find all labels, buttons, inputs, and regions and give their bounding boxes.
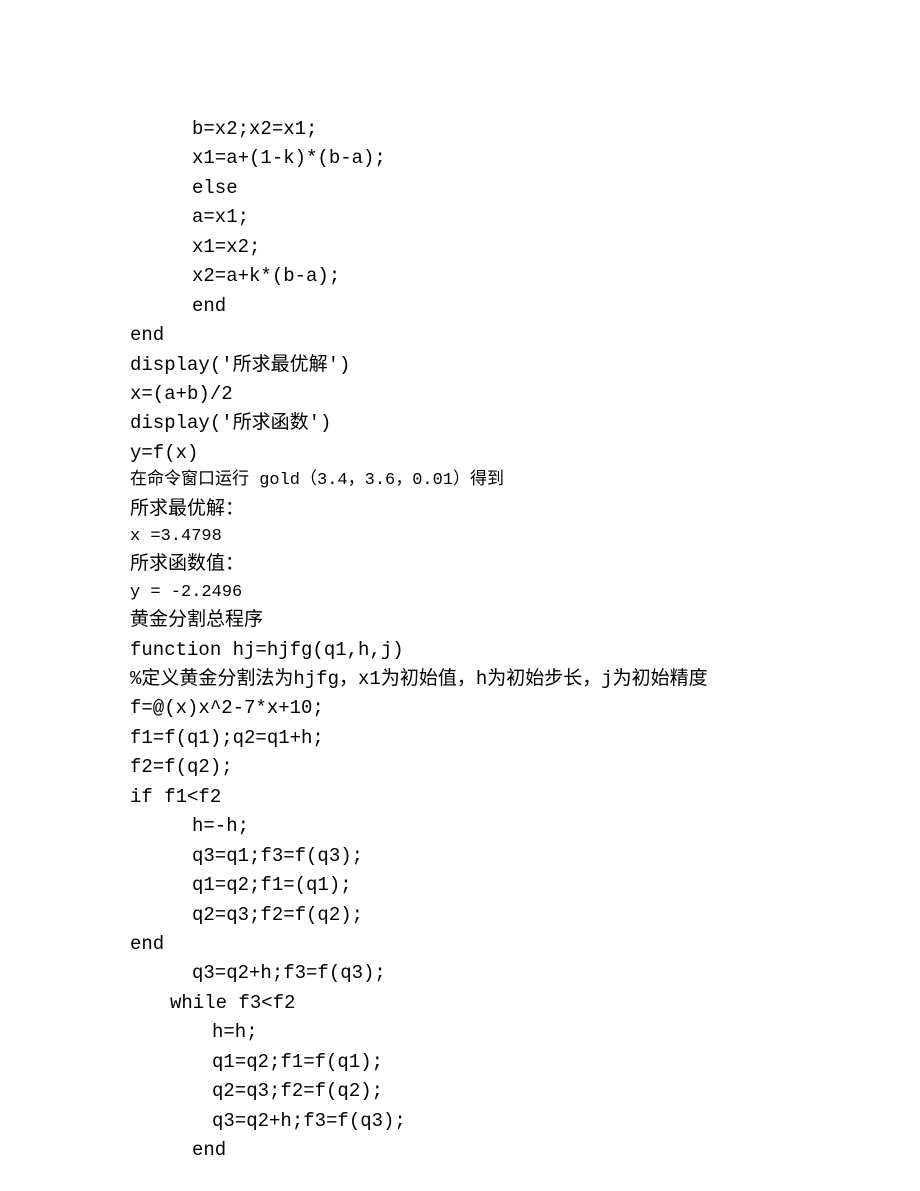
- code-line: x =3.4798: [130, 524, 920, 550]
- code-line: x2=a+k*(b-a);: [130, 262, 920, 291]
- code-line: a=x1;: [130, 203, 920, 232]
- code-content: b=x2;x2=x1;x1=a+(1-k)*(b-a);elsea=x1;x1=…: [130, 115, 920, 1165]
- code-line: 所求函数值：: [130, 550, 920, 579]
- code-line: q1=q2;f1=f(q1);: [130, 1048, 920, 1077]
- code-line: q3=q1;f3=f(q3);: [130, 842, 920, 871]
- code-line: f1=f(q1);q2=q1+h;: [130, 724, 920, 753]
- code-line: y=f(x): [130, 439, 920, 468]
- code-line: else: [130, 174, 920, 203]
- code-line: q2=q3;f2=f(q2);: [130, 1077, 920, 1106]
- code-line: b=x2;x2=x1;: [130, 115, 920, 144]
- code-line: q3=q2+h;f3=f(q3);: [130, 959, 920, 988]
- code-line: q1=q2;f1=(q1);: [130, 871, 920, 900]
- code-line: y = -2.2496: [130, 580, 920, 606]
- code-line: function hj=hjfg(q1,h,j): [130, 636, 920, 665]
- code-line: x=(a+b)/2: [130, 380, 920, 409]
- code-line: display('所求最优解'): [130, 351, 920, 380]
- code-line: x1=x2;: [130, 233, 920, 262]
- code-line: x1=a+(1-k)*(b-a);: [130, 144, 920, 173]
- code-line: 黄金分割总程序: [130, 606, 920, 635]
- code-line: h=-h;: [130, 812, 920, 841]
- code-line: if f1<f2: [130, 783, 920, 812]
- code-line: %定义黄金分割法为hjfg，x1为初始值，h为初始步长，j为初始精度: [130, 665, 920, 694]
- code-line: while f3<f2: [130, 989, 920, 1018]
- code-line: h=h;: [130, 1018, 920, 1047]
- code-line: end: [130, 292, 920, 321]
- code-line: display('所求函数'): [130, 409, 920, 438]
- code-line: 在命令窗口运行 gold（3.4，3.6，0.01）得到: [130, 468, 920, 494]
- code-line: 所求最优解：: [130, 495, 920, 524]
- code-line: end: [130, 930, 920, 959]
- code-line: end: [130, 1136, 920, 1165]
- code-line: end: [130, 321, 920, 350]
- code-line: f=@(x)x^2-7*x+10;: [130, 694, 920, 723]
- code-line: q2=q3;f2=f(q2);: [130, 901, 920, 930]
- document-page: b=x2;x2=x1;x1=a+(1-k)*(b-a);elsea=x1;x1=…: [0, 0, 920, 1191]
- code-line: q3=q2+h;f3=f(q3);: [130, 1107, 920, 1136]
- code-line: f2=f(q2);: [130, 753, 920, 782]
